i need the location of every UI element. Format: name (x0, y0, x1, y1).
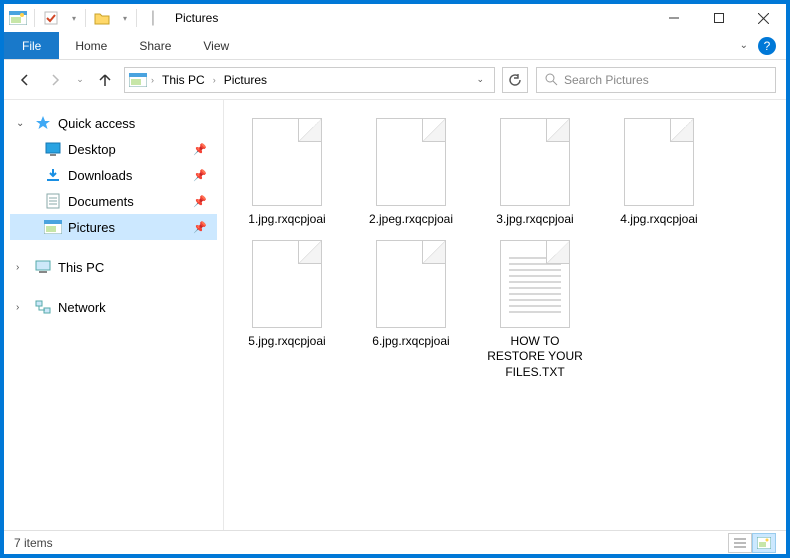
pictures-location-icon (129, 72, 147, 88)
title-bar: ▾ ▾ | Pictures (4, 4, 786, 32)
sidebar-item-documents[interactable]: Documents 📌 (10, 188, 217, 214)
blank-file-icon (500, 118, 570, 206)
help-icon[interactable]: ? (758, 37, 776, 55)
navigation-pane: ⌄ Quick access Desktop 📌 Downloads 📌 Doc… (4, 100, 224, 530)
address-bar[interactable]: › This PC › Pictures ⌄ (124, 67, 495, 93)
breadcrumb[interactable]: This PC (158, 73, 209, 87)
view-switcher (728, 533, 776, 553)
up-button[interactable] (94, 69, 116, 91)
tab-view[interactable]: View (187, 32, 245, 59)
file-item[interactable]: 2.jpeg.rxqcpjoai (358, 118, 464, 228)
pin-icon: 📌 (193, 221, 207, 234)
app-icon (8, 10, 28, 26)
back-button[interactable] (14, 69, 36, 91)
forward-button[interactable] (44, 69, 66, 91)
item-count: 7 items (14, 536, 53, 550)
sidebar-item-this-pc[interactable]: › This PC (10, 254, 217, 280)
status-bar: 7 items (4, 530, 786, 554)
file-item[interactable]: 1.jpg.rxqcpjoai (234, 118, 340, 228)
window-title: Pictures (175, 11, 218, 25)
file-item[interactable]: 4.jpg.rxqcpjoai (606, 118, 712, 228)
file-item[interactable]: 6.jpg.rxqcpjoai (358, 240, 464, 381)
pin-icon: 📌 (193, 169, 207, 182)
minimize-button[interactable] (651, 4, 696, 32)
file-name: 1.jpg.rxqcpjoai (248, 212, 325, 228)
collapse-icon[interactable]: ⌄ (16, 118, 28, 129)
file-name: HOW TO RESTORE YOUR FILES.TXT (482, 334, 588, 381)
blank-file-icon (252, 118, 322, 206)
pin-icon: 📌 (193, 195, 207, 208)
chevron-right-icon[interactable]: › (151, 75, 154, 85)
separator (85, 9, 86, 27)
search-placeholder: Search Pictures (564, 73, 649, 87)
quick-access-toolbar: ▾ ▾ | (4, 4, 167, 32)
tab-share[interactable]: Share (123, 32, 187, 59)
file-name: 6.jpg.rxqcpjoai (372, 334, 449, 350)
file-tab[interactable]: File (4, 32, 59, 59)
pictures-icon (44, 219, 62, 235)
qat-dropdown-icon[interactable]: ▾ (120, 10, 130, 26)
pin-icon: 📌 (193, 143, 207, 156)
file-name: 2.jpeg.rxqcpjoai (369, 212, 453, 228)
text-file-icon (500, 240, 570, 328)
file-item[interactable]: HOW TO RESTORE YOUR FILES.TXT (482, 240, 588, 381)
details-view-button[interactable] (728, 533, 752, 553)
star-icon (34, 115, 52, 131)
sidebar-item-network[interactable]: › Network (10, 294, 217, 320)
separator (34, 9, 35, 27)
ribbon-separator-icon: | (143, 10, 163, 26)
file-name: 3.jpg.rxqcpjoai (496, 212, 573, 228)
desktop-icon (44, 141, 62, 157)
expand-icon[interactable]: › (16, 302, 28, 313)
chevron-right-icon[interactable]: › (213, 75, 216, 85)
sidebar-item-label: This PC (58, 260, 104, 275)
ribbon-expand-icon[interactable]: ⌄ (740, 40, 748, 51)
properties-checkbox-icon[interactable] (41, 10, 61, 26)
sidebar-item-label: Network (58, 300, 106, 315)
file-name: 4.jpg.rxqcpjoai (620, 212, 697, 228)
refresh-button[interactable] (502, 67, 528, 93)
expand-icon[interactable]: › (16, 262, 28, 273)
close-button[interactable] (741, 4, 786, 32)
blank-file-icon (376, 240, 446, 328)
file-item[interactable]: 3.jpg.rxqcpjoai (482, 118, 588, 228)
window-controls (651, 4, 786, 32)
blank-file-icon (376, 118, 446, 206)
maximize-button[interactable] (696, 4, 741, 32)
sidebar-item-label: Desktop (68, 142, 116, 157)
documents-icon (44, 193, 62, 209)
explorer-body: ⌄ Quick access Desktop 📌 Downloads 📌 Doc… (4, 100, 786, 530)
address-dropdown-icon[interactable]: ⌄ (470, 74, 490, 85)
sidebar-item-label: Documents (68, 194, 134, 209)
file-item[interactable]: 5.jpg.rxqcpjoai (234, 240, 340, 381)
downloads-icon (44, 167, 62, 183)
sidebar-item-label: Downloads (68, 168, 132, 183)
sidebar-item-pictures[interactable]: Pictures 📌 (10, 214, 217, 240)
icons-view-button[interactable] (752, 533, 776, 553)
qat-dropdown-icon[interactable]: ▾ (69, 10, 79, 26)
this-pc-icon (34, 259, 52, 275)
breadcrumb[interactable]: Pictures (220, 73, 271, 87)
sidebar-item-label: Quick access (58, 116, 135, 131)
file-name: 5.jpg.rxqcpjoai (248, 334, 325, 350)
navigation-bar: ⌄ › This PC › Pictures ⌄ Search Pictures (4, 60, 786, 100)
separator (136, 9, 137, 27)
tab-home[interactable]: Home (59, 32, 123, 59)
sidebar-item-label: Pictures (68, 220, 115, 235)
blank-file-icon (252, 240, 322, 328)
ribbon-tabs: File Home Share View ⌄ ? (4, 32, 786, 60)
file-list[interactable]: 1.jpg.rxqcpjoai 2.jpeg.rxqcpjoai 3.jpg.rxq… (224, 100, 786, 530)
network-icon (34, 299, 52, 315)
sidebar-item-downloads[interactable]: Downloads 📌 (10, 162, 217, 188)
sidebar-item-quick-access[interactable]: ⌄ Quick access (10, 110, 217, 136)
blank-file-icon (624, 118, 694, 206)
search-icon (545, 73, 558, 86)
sidebar-item-desktop[interactable]: Desktop 📌 (10, 136, 217, 162)
recent-dropdown-icon[interactable]: ⌄ (74, 69, 86, 91)
folder-icon (92, 10, 112, 26)
search-input[interactable]: Search Pictures (536, 67, 776, 93)
